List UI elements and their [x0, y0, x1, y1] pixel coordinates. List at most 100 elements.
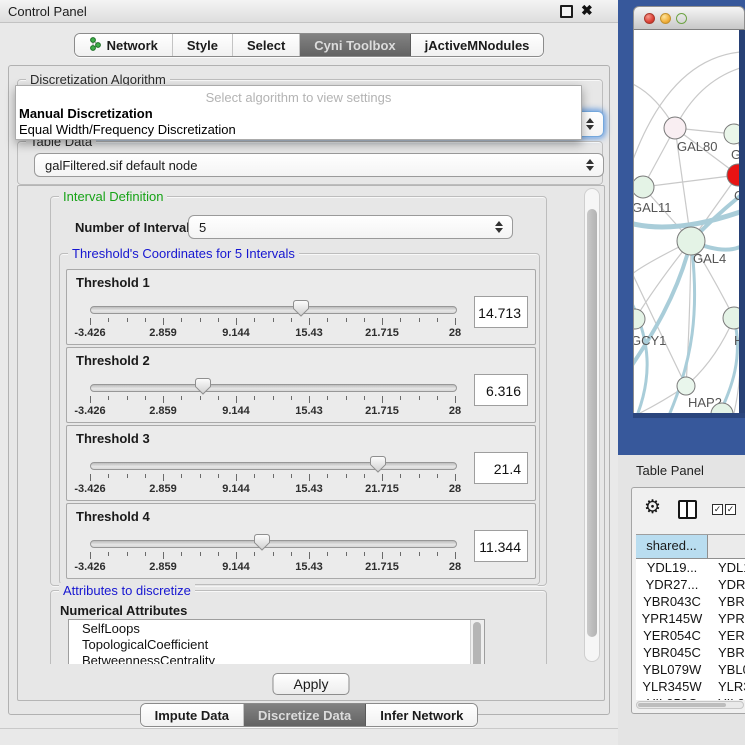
threshold-panel-4: Threshold 4-3.4262.8599.14415.4321.71528…: [66, 503, 536, 579]
threshold-value-field[interactable]: 6.316: [474, 374, 528, 406]
network-node-h[interactable]: [723, 307, 739, 329]
tab-jactivemnodules[interactable]: jActiveMNodules: [411, 34, 544, 56]
table-hscrollbar-thumb[interactable]: [638, 703, 726, 707]
list-scrollbar[interactable]: [470, 620, 484, 664]
slider-tick-label: 9.144: [222, 405, 250, 417]
tab-network[interactable]: Network: [75, 34, 173, 56]
numerical-attributes-list[interactable]: SelfLoopsTopologicalCoefficientBetweenne…: [68, 619, 485, 664]
dropdown-option-1[interactable]: Manual Discretization: [19, 106, 153, 121]
slider-tick: [236, 552, 237, 559]
cell-shared-name: YBR045C: [636, 644, 708, 661]
settings-scrollbar[interactable]: [584, 188, 600, 662]
slider-thumb[interactable]: [195, 378, 211, 400]
zoom-window-icon[interactable]: [676, 13, 687, 24]
split-columns-icon[interactable]: [678, 500, 697, 519]
table-row[interactable]: YBR045CYBR0: [636, 644, 745, 661]
dropdown-option-2[interactable]: Equal Width/Frequency Discretization: [19, 122, 236, 137]
network-node-gal11[interactable]: [634, 176, 654, 198]
slider-thumb[interactable]: [293, 300, 309, 322]
table-row[interactable]: YDL19...YDL1: [636, 559, 745, 576]
column-header-name[interactable]: na: [708, 535, 745, 558]
settings-scrollbar-thumb[interactable]: [587, 209, 597, 637]
table-row[interactable]: YPR145WYPR1: [636, 610, 745, 627]
threshold-slider-3[interactable]: -3.4262.8599.14415.4321.71528: [90, 460, 455, 498]
slider-tick: [218, 552, 219, 556]
slider-tick: [273, 396, 274, 400]
gear-icon[interactable]: ⚙: [644, 496, 661, 519]
slider-tick: [145, 552, 146, 556]
bottom-tab-infer-network[interactable]: Infer Network: [366, 704, 477, 726]
settings-viewport: Interval Definition Number of Intervals …: [20, 188, 582, 664]
number-of-intervals-combobox[interactable]: 5: [188, 215, 513, 239]
slider-tick-label: 21.715: [365, 561, 399, 573]
slider-tick: [346, 318, 347, 322]
slider-tick-label: 21.715: [365, 327, 399, 339]
threshold-slider-1[interactable]: -3.4262.8599.14415.4321.71528: [90, 304, 455, 342]
slider-thumb[interactable]: [370, 456, 386, 478]
checkbox-icon[interactable]: ✓: [725, 504, 736, 515]
tab-select[interactable]: Select: [233, 34, 300, 56]
close-icon[interactable]: ✖: [581, 2, 593, 18]
network-node-gal80[interactable]: [664, 117, 686, 139]
threshold-slider-4[interactable]: -3.4262.8599.14415.4321.71528: [90, 538, 455, 576]
cell-name: YDL1: [708, 559, 745, 576]
tab-cyni-toolbox[interactable]: Cyni Toolbox: [300, 34, 410, 56]
threshold-label: Threshold 2: [76, 353, 150, 368]
table-row[interactable]: YBR043CYBR0: [636, 593, 745, 610]
network-edge[interactable]: [643, 175, 738, 187]
slider-track[interactable]: [90, 540, 457, 548]
list-item[interactable]: TopologicalCoefficient: [69, 636, 484, 652]
slider-tick-label: 21.715: [365, 483, 399, 495]
minimize-window-icon[interactable]: [660, 13, 671, 24]
column-header-shared[interactable]: shared...: [636, 535, 708, 558]
apply-button[interactable]: Apply: [272, 673, 349, 695]
close-window-icon[interactable]: [644, 13, 655, 24]
slider-tick-label: 15.43: [295, 405, 323, 417]
network-node-hap2[interactable]: [677, 377, 695, 395]
float-window-icon[interactable]: [560, 5, 573, 18]
bottom-tabbar: Impute DataDiscretize DataInfer Network: [0, 703, 618, 727]
table-body: YDL19...YDL1YDR27...YDR2YBR043CYBR0YPR14…: [636, 559, 745, 700]
slider-thumb[interactable]: [254, 534, 270, 556]
network-window-titlebar[interactable]: [633, 6, 745, 30]
slider-tick: [200, 474, 201, 478]
list-item[interactable]: SelfLoops: [69, 620, 484, 636]
network-node-gcy1[interactable]: [634, 309, 645, 329]
combo-stepper-icon: [495, 221, 503, 233]
table-row[interactable]: YIL052CYIL0: [636, 695, 745, 700]
slider-tick: [145, 396, 146, 400]
network-node-c[interactable]: [727, 164, 739, 186]
list-item[interactable]: BetweennessCentrality: [69, 652, 484, 664]
slider-tick: [108, 552, 109, 556]
table-row[interactable]: YBL079WYBL0: [636, 661, 745, 678]
cell-name: YLR3: [708, 678, 745, 695]
checkbox-icon[interactable]: ✓: [712, 504, 723, 515]
threshold-value-field[interactable]: 11.344: [474, 530, 528, 562]
slider-tick-label: 2.859: [149, 561, 177, 573]
table-data-combobox[interactable]: galFiltered.sif default node: [34, 153, 604, 177]
slider-tick: [108, 474, 109, 478]
threshold-value-field[interactable]: 14.713: [474, 296, 528, 328]
threshold-slider-2[interactable]: -3.4262.8599.14415.4321.71528: [90, 382, 455, 420]
tab-style[interactable]: Style: [173, 34, 233, 56]
cell-shared-name: YBR043C: [636, 593, 708, 610]
network-canvas[interactable]: GAL80GACGAL11GAL4GCY1HHAP2: [633, 30, 739, 413]
bottom-tab-discretize-data[interactable]: Discretize Data: [244, 704, 366, 726]
bottom-tab-impute-data[interactable]: Impute Data: [141, 704, 244, 726]
table-row[interactable]: YDR27...YDR2: [636, 576, 745, 593]
list-scrollbar-thumb[interactable]: [473, 622, 481, 664]
slider-tick: [309, 474, 310, 481]
slider-tick: [181, 396, 182, 400]
slider-track[interactable]: [90, 462, 457, 470]
table-hscrollbar[interactable]: [636, 701, 744, 709]
table-row[interactable]: YLR345WYLR3: [636, 678, 745, 695]
slider-track[interactable]: [90, 306, 457, 314]
network-edge[interactable]: [634, 52, 739, 180]
threshold-value-field[interactable]: 21.4: [474, 452, 528, 484]
slider-tick: [382, 396, 383, 403]
table-row[interactable]: YER054CYER0: [636, 627, 745, 644]
slider-tick: [163, 396, 164, 403]
slider-track[interactable]: [90, 384, 457, 392]
network-node-ga[interactable]: [724, 124, 739, 144]
numerical-attributes-label: Numerical Attributes: [60, 603, 187, 618]
